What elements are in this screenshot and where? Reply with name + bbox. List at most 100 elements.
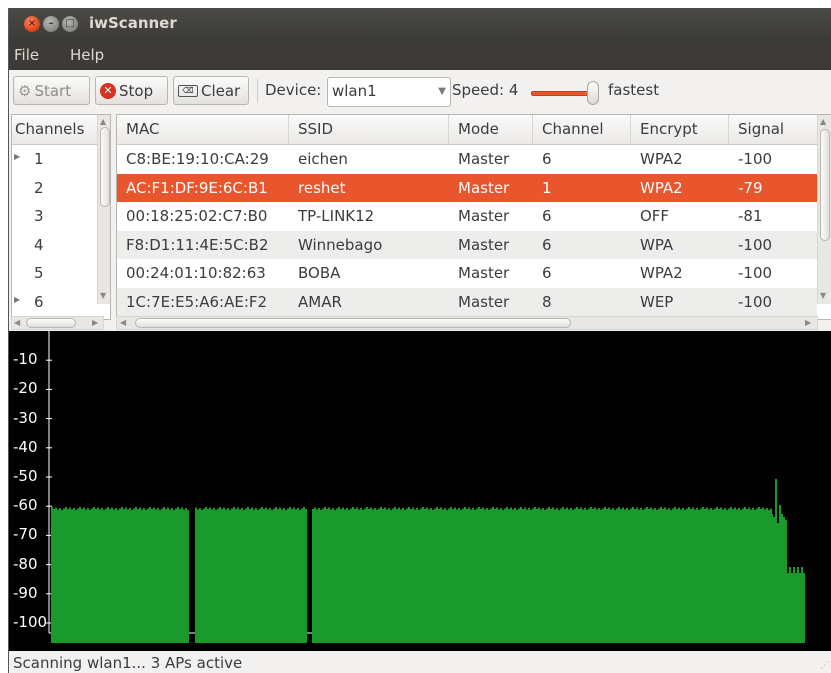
speed-slider-track[interactable]	[531, 91, 593, 96]
signal-bar	[187, 510, 189, 643]
signal-bar	[642, 510, 644, 643]
scroll-down-icon[interactable]: ▼	[820, 291, 826, 300]
column-signal[interactable]: Signal	[729, 115, 817, 145]
signal-bar	[97, 507, 99, 643]
column-mac[interactable]: MAC	[117, 115, 289, 145]
table-row[interactable]: 00:24:01:10:82:63 BOBA Master 6 WPA2 -100	[117, 259, 817, 287]
status-bar: Scanning wlan1... 3 APs active ⋰	[9, 651, 831, 673]
channel-row[interactable]: 2	[12, 174, 97, 202]
channels-header[interactable]: Channels	[12, 115, 97, 145]
signal-bar	[574, 508, 576, 643]
ap-table-vscrollbar[interactable]: ▲ ▼	[817, 115, 831, 304]
signal-bar	[676, 509, 678, 643]
table-row[interactable]: 00:18:25:02:C7:B0 TP-LINK12 Master 6 OFF -81	[117, 202, 817, 230]
speed-slider-knob[interactable]	[587, 81, 599, 105]
signal-bar	[155, 509, 157, 643]
signal-bar	[59, 508, 61, 643]
signal-bar	[350, 508, 352, 643]
channel-row[interactable]: ▶ 1	[12, 145, 97, 173]
signal-bar	[213, 508, 215, 643]
signal-bar	[686, 508, 688, 643]
column-mode[interactable]: Mode	[449, 115, 533, 145]
menu-help[interactable]: Help	[70, 46, 104, 64]
signal-bar	[263, 509, 265, 643]
column-channel[interactable]: Channel	[533, 115, 631, 145]
channel-number: 6	[34, 292, 44, 311]
scroll-right-icon[interactable]: ▶	[92, 318, 98, 327]
signal-bar	[502, 510, 504, 643]
channels-vscrollbar[interactable]: ▲ ▼	[97, 115, 110, 304]
channel-row[interactable]: 3	[12, 202, 97, 230]
menu-file[interactable]: File	[14, 46, 39, 64]
signal-bar	[444, 508, 446, 643]
signal-bar	[406, 508, 408, 643]
device-value: wlan1	[332, 82, 377, 100]
signal-bar	[466, 509, 468, 643]
scroll-up-icon[interactable]: ▲	[820, 117, 826, 126]
resize-grip-icon[interactable]: ⋰	[820, 661, 829, 671]
signal-bar	[620, 509, 622, 643]
table-row[interactable]: F8:D1:11:4E:5C:B2 Winnebago Master 6 WPA -100	[117, 230, 817, 259]
signal-bar	[746, 509, 748, 643]
ap-table-hscrollbar[interactable]: ◀ ▶	[116, 316, 818, 330]
cell-signal: -100	[738, 293, 773, 311]
signal-bar	[225, 509, 227, 643]
signal-bar	[99, 509, 101, 643]
ap-table-vscroll-thumb[interactable]	[820, 129, 830, 241]
signal-bar	[143, 508, 145, 643]
signal-bar	[630, 508, 632, 643]
signal-bar	[332, 508, 334, 643]
signal-bar	[211, 509, 213, 643]
channels-hscrollbar[interactable]: ◀ ▶	[11, 316, 104, 330]
signal-bar	[470, 509, 472, 643]
signal-bar	[803, 573, 805, 643]
cell-ssid: BOBA	[298, 264, 341, 283]
column-ssid[interactable]: SSID	[289, 115, 449, 145]
signal-bar	[572, 510, 574, 643]
scroll-up-icon[interactable]: ▲	[100, 117, 106, 126]
signal-bar	[285, 510, 287, 643]
stop-button[interactable]: ✕ Stop	[95, 76, 168, 105]
scroll-right-icon[interactable]: ▶	[805, 318, 811, 327]
channels-vscroll-thumb[interactable]	[100, 127, 110, 207]
cell-mode: Master	[458, 264, 510, 283]
table-row[interactable]: AC:F1:DF:9E:6C:B1 reshet Master 1 WPA2 -79	[117, 173, 817, 202]
scroll-down-icon[interactable]: ▼	[100, 291, 106, 300]
scroll-left-icon[interactable]: ◀	[14, 318, 20, 327]
expander-icon[interactable]: ▶	[14, 152, 20, 161]
channel-row[interactable]: 5	[12, 259, 97, 287]
signal-bar	[634, 509, 636, 643]
signal-bar	[199, 508, 201, 643]
cell-signal: -100	[738, 235, 773, 254]
start-button[interactable]: ⚙ Start	[13, 76, 90, 105]
signal-bar	[558, 510, 560, 643]
signal-bar	[229, 510, 231, 643]
channel-row[interactable]: 4	[12, 231, 97, 259]
signal-bar	[105, 508, 107, 643]
signal-bar	[293, 507, 295, 643]
channels-hscroll-thumb[interactable]	[26, 318, 76, 328]
clear-button[interactable]: ⌫ Clear	[173, 76, 249, 105]
table-row[interactable]: C8:BE:19:10:CA:29 eichen Master 6 WPA2 -100	[117, 145, 817, 173]
signal-bar	[279, 507, 281, 643]
signal-bar	[336, 508, 338, 643]
close-window-button[interactable]: ×	[24, 16, 40, 32]
channel-row[interactable]: ▶ 6	[12, 288, 97, 316]
signal-bar	[241, 508, 243, 643]
ap-table-hscroll-thumb[interactable]	[135, 318, 571, 328]
signal-bar	[61, 510, 63, 643]
title-bar: × – □ iwScanner	[9, 8, 831, 40]
maximize-window-button[interactable]: □	[62, 16, 78, 32]
expander-icon[interactable]: ▶	[14, 295, 20, 304]
signal-bar	[680, 509, 682, 643]
device-combo[interactable]: wlan1 ▼	[327, 77, 451, 107]
signal-bar	[484, 509, 486, 643]
table-row[interactable]: 1C:7E:E5:A6:AE:F2 AMAR Master 8 WEP -100	[117, 288, 817, 316]
signal-bar	[486, 508, 488, 643]
signal-bar	[334, 510, 336, 643]
signal-bar	[564, 509, 566, 643]
scroll-left-icon[interactable]: ◀	[120, 318, 126, 327]
minimize-window-button[interactable]: –	[43, 16, 59, 32]
signal-bar	[785, 520, 787, 643]
column-encrypt[interactable]: Encrypt	[631, 115, 729, 145]
